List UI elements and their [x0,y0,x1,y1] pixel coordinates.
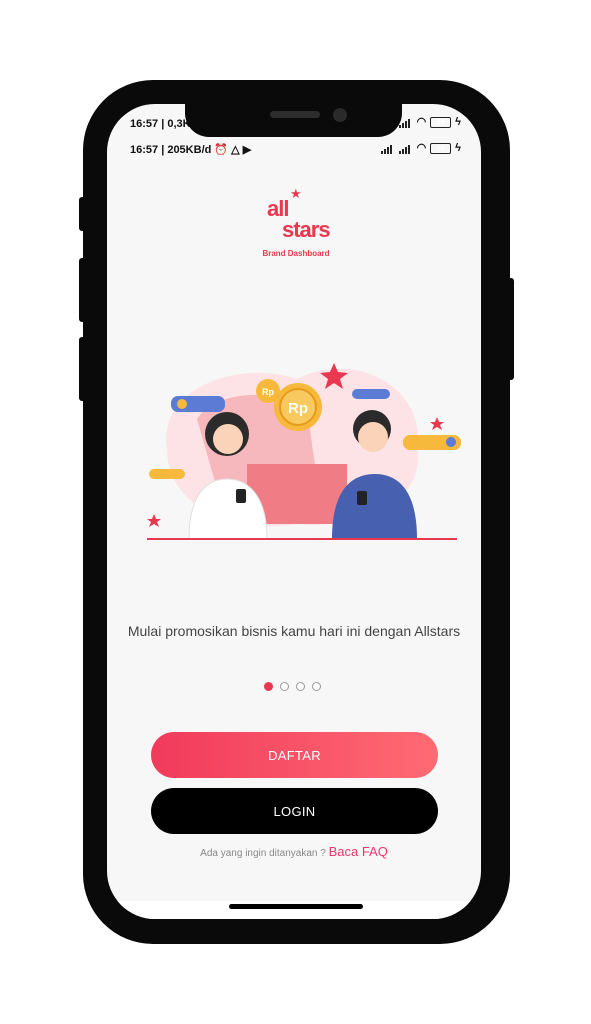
coin-small-icon: Rp [256,379,280,403]
battery-icon: 24 [430,143,452,154]
charging-icon: ϟ [455,116,461,128]
chat-bubble-mid-left-icon [149,469,185,479]
page-indicator [264,682,321,691]
page-dot-3[interactable] [296,682,305,691]
phone-notch [185,104,402,137]
star-left-icon [147,514,161,527]
status-bar: 16:57 | 205KB/d ⏰ △ ▶ ◠ 24 ϟ [107,140,481,160]
coin-large-icon: Rp [274,383,322,431]
coin-large-label: Rp [288,400,308,417]
logo-text-stars: stars [282,217,331,242]
page-dot-2[interactable] [280,682,289,691]
status-time: 16:57 | 205KB/d ⏰ △ ▶ [130,144,251,156]
app-screen: 16:57 | 0,3KB/d ◠ 24 ϟ 16:57 | 205KB/d ⏰… [107,104,481,919]
chat-bubble-top-right-icon [352,389,390,399]
phone-speaker [270,111,320,118]
wifi-icon: ◠ [416,142,427,154]
faq-prompt: Ada yang ingin ditanyakan ? [200,848,326,859]
allstars-logo: ★ all stars Brand Dashboard [257,186,337,266]
page-dot-1[interactable] [264,682,273,691]
wifi-icon: ◠ [416,116,427,128]
status-time-text: 16:57 | 205KB/d [130,144,212,156]
logo-star-icon: ★ [290,186,302,201]
front-camera [333,108,347,122]
logo-subtitle: Brand Dashboard [262,249,330,258]
chat-bubble-left-icon [171,396,225,412]
onboarding-tagline: Mulai promosikan bisnis kamu hari ini de… [127,623,461,639]
faq-link[interactable]: Baca FAQ [329,844,388,859]
star-small-icon [430,417,444,430]
register-button[interactable]: DAFTAR [151,732,438,778]
battery-icon: 24 [430,117,452,128]
home-indicator[interactable] [229,904,363,909]
youtube-icon: ▶ [242,144,252,156]
login-button[interactable]: LOGIN [151,788,438,834]
alarm-icon: ⏰ [214,144,229,156]
coin-small-label: Rp [262,387,274,397]
faq-row: Ada yang ingin ditanyakan ? Baca FAQ [107,844,481,859]
onboarding-illustration: Rp Rp [147,363,461,540]
signal-icon-secondary [398,144,413,154]
drive-icon: △ [231,144,240,156]
signal-icon [380,144,395,154]
chat-bubble-right-icon [403,435,461,450]
charging-icon: ϟ [455,142,461,154]
page-dot-4[interactable] [312,682,321,691]
